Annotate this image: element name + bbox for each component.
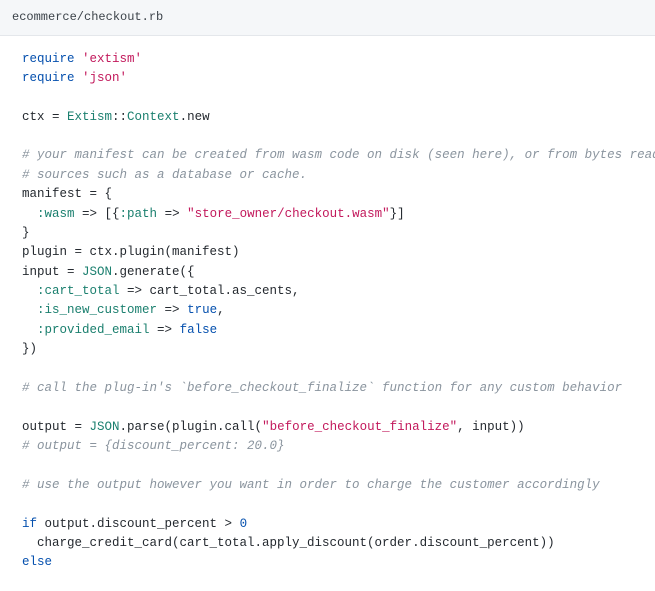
symbol: :cart_total: [37, 284, 120, 298]
file-path-header: ecommerce/checkout.rb: [0, 0, 655, 36]
string-literal: 'extism': [82, 52, 142, 66]
code-text: => [{: [75, 207, 120, 221]
constant: JSON: [82, 265, 112, 279]
code-text: =>: [157, 207, 187, 221]
constant: JSON: [90, 420, 120, 434]
code-text: plugin = ctx.plugin(manifest): [22, 245, 240, 259]
comment: # use the output however you want in ord…: [22, 478, 600, 492]
code-text: }]: [390, 207, 405, 221]
keyword-false: false: [180, 323, 218, 337]
code-text: .new: [180, 110, 210, 124]
symbol: :wasm: [37, 207, 75, 221]
code-text: [22, 284, 37, 298]
symbol: :is_new_customer: [37, 303, 157, 317]
code-text: [22, 207, 37, 221]
comment: # call the plug-in's `before_checkout_fi…: [22, 381, 622, 395]
code-text: input =: [22, 265, 82, 279]
code-text: .generate({: [112, 265, 195, 279]
symbol: :provided_email: [37, 323, 150, 337]
symbol: :path: [120, 207, 158, 221]
code-text: => cart_total.as_cents,: [120, 284, 300, 298]
string-literal: "before_checkout_finalize": [262, 420, 457, 434]
code-text: }): [22, 342, 37, 356]
constant: Extism: [67, 110, 112, 124]
comment: # your manifest can be created from wasm…: [22, 148, 655, 162]
keyword-require: require: [22, 52, 75, 66]
string-literal: 'json': [82, 71, 127, 85]
comment: # sources such as a database or cache.: [22, 168, 307, 182]
code-block: require 'extism' require 'json' ctx = Ex…: [0, 36, 655, 591]
code-text: output.discount_percent >: [37, 517, 240, 531]
code-text: [22, 303, 37, 317]
string-literal: "store_owner/checkout.wasm": [187, 207, 390, 221]
constant: Context: [127, 110, 180, 124]
code-text: , input)): [457, 420, 525, 434]
code-text: ctx =: [22, 110, 67, 124]
code-text: output =: [22, 420, 90, 434]
code-text: ,: [217, 303, 225, 317]
comment: # output = {discount_percent: 20.0}: [22, 439, 285, 453]
keyword-if: if: [22, 517, 37, 531]
code-text: manifest = {: [22, 187, 112, 201]
file-path: ecommerce/checkout.rb: [12, 10, 163, 24]
code-text: ::: [112, 110, 127, 124]
code-text: =>: [157, 303, 187, 317]
code-text: charge_credit_card(cart_total.apply_disc…: [22, 536, 555, 550]
keyword-require: require: [22, 71, 75, 85]
code-text: =>: [150, 323, 180, 337]
number: 0: [240, 517, 248, 531]
keyword-else: else: [22, 555, 52, 569]
keyword-true: true: [187, 303, 217, 317]
code-text: }: [22, 226, 30, 240]
code-text: [22, 323, 37, 337]
code-text: .parse(plugin.call(: [120, 420, 263, 434]
